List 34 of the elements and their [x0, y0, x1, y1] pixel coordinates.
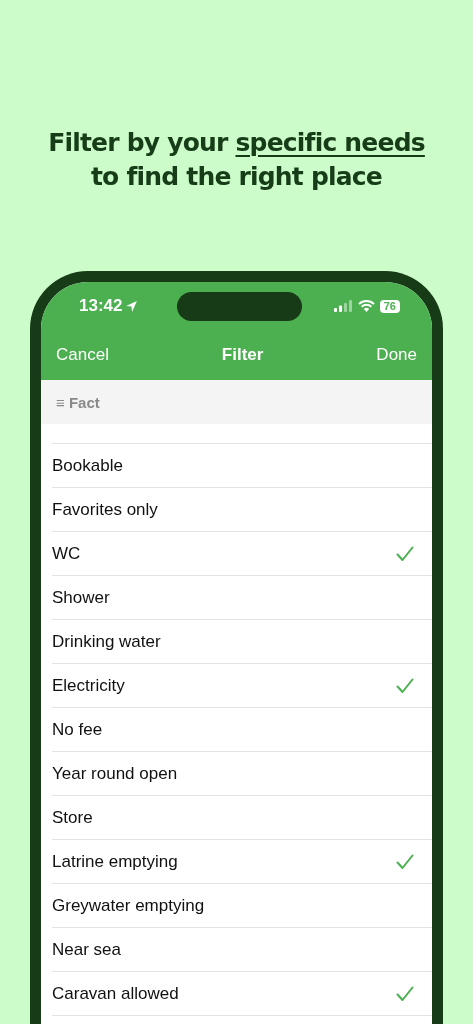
- filter-option[interactable]: Store: [52, 796, 432, 840]
- wifi-icon: [357, 300, 375, 312]
- signal-icon: [333, 300, 353, 312]
- option-label: Near sea: [52, 939, 121, 960]
- option-label: No fee: [52, 719, 103, 740]
- filter-option[interactable]: Shower: [52, 576, 432, 620]
- screen-title: Filter: [221, 345, 264, 365]
- location-arrow-icon: [125, 299, 139, 313]
- option-label: Year round open: [52, 763, 178, 784]
- filter-option[interactable]: Year round open: [52, 752, 432, 796]
- option-label: Caravan allowed: [52, 983, 179, 1004]
- filter-option[interactable]: Near sea: [52, 928, 432, 972]
- filter-option[interactable]: Caravan allowed: [52, 972, 432, 1016]
- option-label: Favorites only: [52, 499, 158, 520]
- option-label: Drinking water: [52, 631, 161, 652]
- filter-option[interactable]: Latrine emptying: [52, 840, 432, 884]
- filter-option[interactable]: Electricity: [52, 664, 432, 708]
- filter-option[interactable]: Favorites only: [52, 488, 432, 532]
- option-label: Latrine emptying: [52, 851, 178, 872]
- filter-option[interactable]: WC: [52, 532, 432, 576]
- option-label: WC: [52, 543, 81, 564]
- option-label: Shower: [52, 587, 110, 608]
- option-label: Store: [52, 807, 93, 828]
- filter-option[interactable]: No fee: [52, 708, 432, 752]
- option-label: Bookable: [52, 455, 123, 476]
- section-title: ≡ Fact: [56, 393, 100, 411]
- headline: Filter by your specific needs to find the right place: [48, 127, 425, 193]
- battery-indicator: 76: [379, 299, 400, 313]
- filter-option[interactable]: Greywater emptying: [52, 884, 432, 928]
- filter-option[interactable]: Drinking water: [52, 620, 432, 664]
- status-time: 13:42: [79, 296, 123, 316]
- option-label: Electricity: [52, 675, 125, 696]
- option-label: Greywater emptying: [52, 895, 205, 916]
- filter-option[interactable]: Bookable: [52, 444, 432, 488]
